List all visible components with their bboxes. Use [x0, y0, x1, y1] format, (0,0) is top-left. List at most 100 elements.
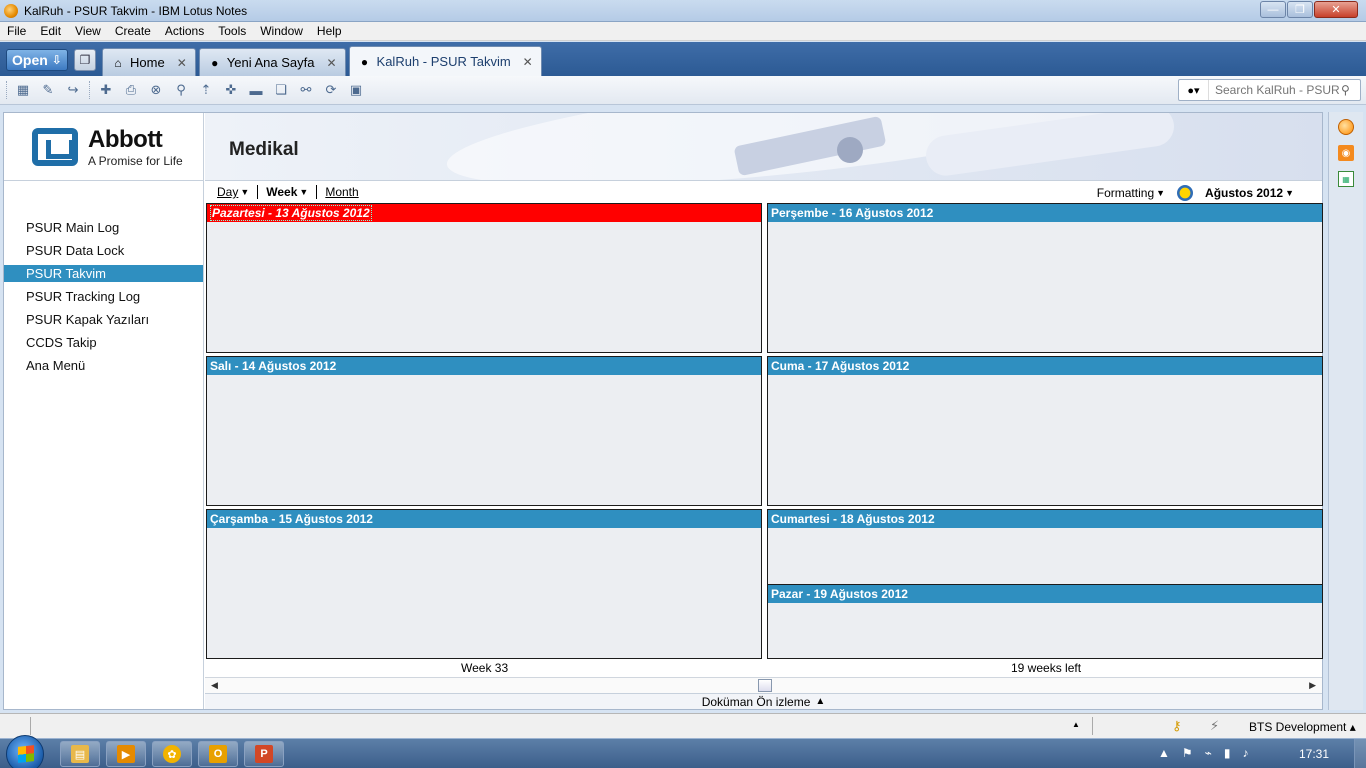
- search-icon[interactable]: ⚲: [1341, 83, 1350, 97]
- horizontal-scrollbar[interactable]: ◀ ▶: [205, 677, 1322, 693]
- stop-icon[interactable]: ⊗: [147, 81, 165, 99]
- tray-expand-icon[interactable]: ▲: [1158, 746, 1170, 760]
- menu-tools[interactable]: Tools: [211, 24, 253, 38]
- menu-window[interactable]: Window: [253, 24, 310, 38]
- document-preview-toggle[interactable]: Doküman Ön izleme ▲: [205, 693, 1322, 709]
- menu-create[interactable]: Create: [108, 24, 158, 38]
- status-bar: ▲ ⚷ ⚡ BTS Development ▴: [0, 713, 1366, 738]
- day-header: Cumartesi - 18 Ağustos 2012: [768, 510, 1322, 528]
- tab-label: Home: [130, 55, 165, 70]
- tab-psur-takvim[interactable]: ● KalRuh - PSUR Takvim ✕: [348, 46, 542, 76]
- view-week-button[interactable]: Week ▼: [266, 185, 308, 199]
- menu-file[interactable]: File: [0, 24, 33, 38]
- today-icon[interactable]: [1177, 185, 1194, 201]
- up-arrow-icon[interactable]: ⇡: [197, 81, 215, 99]
- search-scope-icon[interactable]: ●▾: [1179, 80, 1209, 100]
- collapse-icon[interactable]: ▬: [247, 81, 265, 99]
- search-input[interactable]: [1215, 83, 1339, 97]
- feeds-icon[interactable]: ◉: [1334, 142, 1358, 164]
- title-bar: KalRuh - PSUR Takvim - IBM Lotus Notes —…: [0, 0, 1366, 22]
- taskbar-explorer[interactable]: ▤: [60, 741, 100, 767]
- network-icon[interactable]: ⚡: [1210, 718, 1219, 734]
- calendar-day-saturday[interactable]: Cumartesi - 18 Ağustos 2012: [767, 509, 1323, 585]
- calendar-day-tuesday[interactable]: Salı - 14 Ağustos 2012: [206, 356, 762, 506]
- chevron-down-icon: ▼: [1156, 188, 1166, 198]
- properties-icon[interactable]: ▣: [347, 81, 365, 99]
- print-icon[interactable]: ⎙: [122, 81, 140, 99]
- key-icon[interactable]: ⚷: [1172, 718, 1182, 734]
- content-area: Medikal Day ▼ Week ▼ Month Formatting ▼: [205, 113, 1323, 709]
- sidebar-item-psur-takvim[interactable]: PSUR Takvim: [4, 265, 203, 282]
- open-button[interactable]: Open ⇩: [6, 49, 68, 71]
- menu-actions[interactable]: Actions: [158, 24, 211, 38]
- taskbar-media-player[interactable]: ▶: [106, 741, 146, 767]
- calendar-day-wednesday[interactable]: Çarşamba - 15 Ağustos 2012: [206, 509, 762, 659]
- power-icon[interactable]: ⌁: [1205, 746, 1212, 760]
- flag-icon[interactable]: ⚑: [1182, 746, 1193, 760]
- play-icon: ▶: [117, 745, 135, 763]
- divider: [257, 185, 259, 199]
- view-month-button[interactable]: Month: [325, 185, 358, 199]
- copy-icon[interactable]: ❏: [272, 81, 290, 99]
- close-button[interactable]: ✕: [1314, 1, 1358, 18]
- sidebar-item-ccds-takip[interactable]: CCDS Takip: [4, 334, 203, 351]
- minimize-button[interactable]: —: [1260, 1, 1286, 18]
- windows-start-button[interactable]: [6, 735, 44, 768]
- switch-windows-icon[interactable]: ❐: [74, 49, 96, 71]
- menu-edit[interactable]: Edit: [33, 24, 68, 38]
- edit-icon[interactable]: ✎: [39, 81, 57, 99]
- scroll-left-icon[interactable]: ◀: [211, 680, 218, 691]
- banner: Medikal: [205, 113, 1322, 181]
- calendar-day-sunday[interactable]: Pazar - 19 Ağustos 2012: [767, 584, 1323, 659]
- location-selector[interactable]: BTS Development ▴: [1249, 720, 1356, 734]
- show-desktop-button[interactable]: [1354, 739, 1366, 768]
- house-icon: ⌂: [114, 55, 122, 70]
- tab-close-icon[interactable]: ✕: [523, 55, 533, 69]
- expand-icon[interactable]: ✜: [222, 81, 240, 99]
- status-up-arrow-icon[interactable]: ▲: [1072, 720, 1080, 729]
- view-day-button[interactable]: Day ▼: [217, 185, 249, 199]
- globe-icon: ●: [211, 55, 219, 70]
- lotus-notes-app-icon[interactable]: [4, 3, 18, 18]
- calendar-day-monday[interactable]: Pazartesi - 13 Ağustos 2012: [206, 203, 762, 353]
- tab-yeni-ana-sayfa[interactable]: ● Yeni Ana Sayfa ✕: [198, 48, 346, 76]
- day-at-a-glance-icon[interactable]: ▦: [1334, 168, 1358, 190]
- refresh-icon[interactable]: ⟳: [322, 81, 340, 99]
- clock[interactable]: 17:31: [1299, 747, 1329, 761]
- sidebar-item-ana-menu[interactable]: Ana Menü: [4, 357, 203, 374]
- sametime-icon[interactable]: [1334, 116, 1358, 138]
- scroll-right-icon[interactable]: ▶: [1309, 680, 1316, 691]
- abbott-logo-icon: [32, 127, 78, 166]
- tab-close-icon[interactable]: ✕: [177, 56, 187, 70]
- toolbar-separator: [89, 81, 91, 99]
- taskbar-lotus-notes[interactable]: ✿: [152, 741, 192, 767]
- form-icon[interactable]: ▦: [14, 81, 32, 99]
- sidebar-item-psur-main-log[interactable]: PSUR Main Log: [4, 219, 203, 236]
- tab-home[interactable]: ⌂ Home ✕: [102, 48, 196, 76]
- search-box[interactable]: ●▾ ⚲: [1178, 79, 1361, 101]
- find-icon[interactable]: ⚯: [297, 81, 315, 99]
- tab-close-icon[interactable]: ✕: [326, 56, 336, 70]
- sidebar-item-psur-tracking-log[interactable]: PSUR Tracking Log: [4, 288, 203, 305]
- forward-icon[interactable]: ↪: [64, 81, 82, 99]
- taskbar-powerpoint[interactable]: P: [244, 741, 284, 767]
- system-tray: ▲ ⚑ ⌁ ▮ ♪: [1158, 746, 1261, 760]
- menu-view[interactable]: View: [68, 24, 108, 38]
- formatting-menu[interactable]: Formatting ▼: [1097, 186, 1165, 200]
- month-picker[interactable]: Ağustos 2012 ▼: [1205, 186, 1294, 200]
- sidebar: Abbott A Promise for Life PSUR Main Log …: [4, 113, 204, 709]
- volume-icon[interactable]: ♪: [1243, 746, 1249, 760]
- calendar-day-thursday[interactable]: Perşembe - 16 Ağustos 2012: [767, 203, 1323, 353]
- signal-icon[interactable]: ▮: [1224, 746, 1231, 760]
- link-icon[interactable]: ⚲: [172, 81, 190, 99]
- maximize-button[interactable]: ❐: [1287, 1, 1313, 18]
- menu-help[interactable]: Help: [310, 24, 349, 38]
- rss-icon: ◉: [1338, 145, 1354, 161]
- sidebar-item-psur-kapak-yazilari[interactable]: PSUR Kapak Yazıları: [4, 311, 203, 328]
- sidebar-item-psur-data-lock[interactable]: PSUR Data Lock: [4, 242, 203, 259]
- view-day-label: Day: [217, 185, 239, 199]
- new-document-icon[interactable]: ✚: [97, 81, 115, 99]
- taskbar-outlook[interactable]: O: [198, 741, 238, 767]
- calendar-day-friday[interactable]: Cuma - 17 Ağustos 2012: [767, 356, 1323, 506]
- scrollbar-thumb[interactable]: [758, 679, 772, 692]
